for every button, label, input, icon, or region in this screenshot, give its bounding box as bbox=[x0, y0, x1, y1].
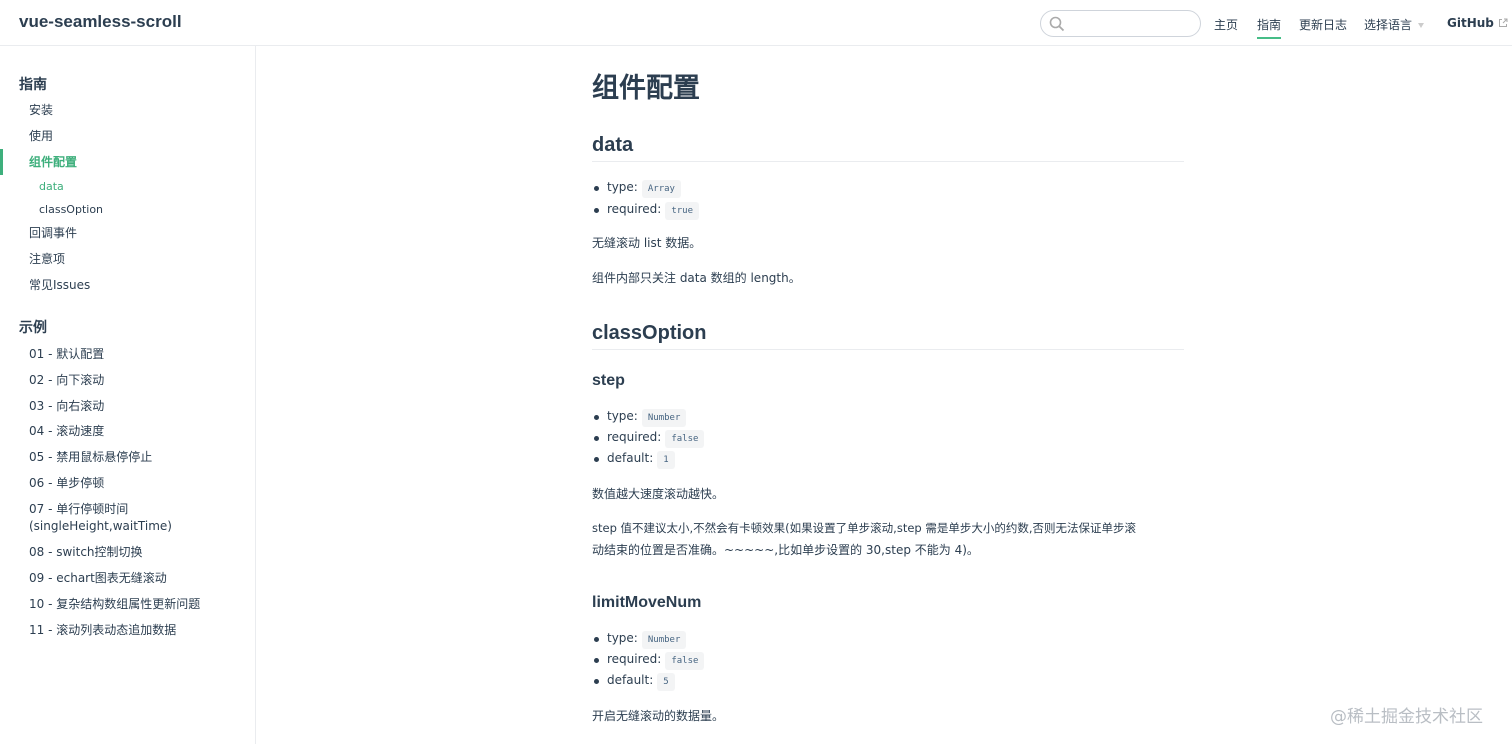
chevron-down-icon bbox=[1418, 23, 1425, 28]
sidebar-item-example-06[interactable]: 06 - 单步停顿 bbox=[29, 475, 104, 492]
sidebar-group-examples[interactable]: 示例 bbox=[19, 317, 47, 337]
sidebar-item-example-07-cont[interactable]: (singleHeight,waitTime) bbox=[29, 518, 172, 535]
list-item: required: false bbox=[593, 430, 705, 448]
prop-value: Array bbox=[641, 180, 681, 198]
sidebar-item-config[interactable]: 组件配置 bbox=[29, 154, 77, 171]
prop-key: required: bbox=[607, 430, 662, 444]
heading-data: data bbox=[592, 134, 1184, 162]
navbar: vue-seamless-scroll 主页 指南 更新日志 选择语言 GitH… bbox=[0, 0, 1512, 46]
nav-guide[interactable]: 指南 bbox=[1257, 16, 1282, 39]
sidebar-item-example-08[interactable]: 08 - switch控制切换 bbox=[29, 544, 143, 561]
prop-value: false bbox=[665, 430, 705, 448]
prop-value: Number bbox=[641, 409, 687, 427]
sidebar-item-issues[interactable]: 常见Issues bbox=[29, 277, 90, 294]
sidebar-subitem-classoption[interactable]: classOption bbox=[39, 203, 103, 216]
sidebar-subitem-data[interactable]: data bbox=[39, 180, 64, 193]
prop-value: 5 bbox=[657, 673, 675, 691]
heading-classoption: classOption bbox=[592, 322, 1184, 350]
active-indicator bbox=[0, 149, 3, 175]
sidebar-item-usage[interactable]: 使用 bbox=[29, 128, 53, 145]
list-item: type: Number bbox=[593, 409, 687, 427]
list-item: type: Array bbox=[594, 180, 681, 198]
prop-key: type: bbox=[607, 631, 638, 645]
site-name[interactable]: vue-seamless-scroll bbox=[19, 12, 182, 32]
sidebar-item-example-07[interactable]: 07 - 单行停顿时间 bbox=[29, 501, 128, 518]
nav-home[interactable]: 主页 bbox=[1214, 16, 1238, 33]
nav-github[interactable]: GitHub bbox=[1447, 16, 1508, 30]
step-desc-1: 数值越大速度滚动越快。 bbox=[592, 487, 725, 501]
nav-github-label: GitHub bbox=[1447, 16, 1494, 30]
sidebar-item-example-09[interactable]: 09 - echart图表无缝滚动 bbox=[29, 570, 167, 587]
prop-key: type: bbox=[607, 409, 638, 423]
limit-desc-1: 开启无缝滚动的数据量。 bbox=[592, 709, 725, 723]
list-item: required: true bbox=[593, 202, 700, 220]
sidebar-item-example-02[interactable]: 02 - 向下滚动 bbox=[29, 372, 104, 389]
watermark: @稀土掘金技术社区 bbox=[1330, 707, 1483, 727]
step-desc-2a: step 值不建议太小,不然会有卡顿效果(如果设置了单步滚动,step 需是单步… bbox=[592, 521, 1137, 535]
sidebar-item-notes[interactable]: 注意项 bbox=[29, 251, 65, 268]
nav-language-dropdown[interactable]: 选择语言 bbox=[1364, 16, 1425, 33]
data-desc-2: 组件内部只关注 data 数组的 length。 bbox=[592, 271, 801, 285]
sidebar-item-example-04[interactable]: 04 - 滚动速度 bbox=[29, 423, 104, 440]
prop-key: type: bbox=[607, 180, 638, 194]
prop-key: required: bbox=[607, 652, 662, 666]
sidebar-item-example-10[interactable]: 10 - 复杂结构数组属性更新问题 bbox=[29, 596, 200, 613]
sidebar-item-example-05[interactable]: 05 - 禁用鼠标悬停停止 bbox=[29, 449, 152, 466]
prop-key: required: bbox=[607, 202, 662, 216]
prop-key: default: bbox=[607, 673, 654, 687]
search-input[interactable] bbox=[1067, 13, 1195, 34]
list-item: type: Number bbox=[593, 631, 687, 649]
prop-value: true bbox=[665, 202, 700, 220]
list-item: required: false bbox=[593, 652, 705, 670]
step-desc-2b: 动结束的位置是否准确。~~~~~,比如单步设置的 30,step 不能为 4)。 bbox=[592, 543, 979, 557]
list-item: default: 5 bbox=[594, 673, 675, 691]
list-item: default: 1 bbox=[594, 451, 675, 469]
sidebar-group-guide[interactable]: 指南 bbox=[19, 74, 47, 94]
sidebar-item-callbacks[interactable]: 回调事件 bbox=[29, 225, 77, 242]
sidebar-item-install[interactable]: 安装 bbox=[29, 102, 53, 119]
prop-key: default: bbox=[607, 451, 654, 465]
nav-language-label: 选择语言 bbox=[1364, 18, 1413, 32]
prop-value: false bbox=[665, 652, 705, 670]
search-icon bbox=[1049, 16, 1065, 32]
page-title: 组件配置 bbox=[592, 73, 700, 104]
heading-limitmovenum: limitMoveNum bbox=[592, 594, 702, 611]
heading-step: step bbox=[592, 372, 625, 389]
search-box[interactable] bbox=[1040, 10, 1201, 37]
sidebar: 指南 安装 使用 组件配置 data classOption 回调事件 注意项 … bbox=[0, 46, 256, 744]
prop-value: 1 bbox=[657, 451, 675, 469]
sidebar-item-example-01[interactable]: 01 - 默认配置 bbox=[29, 346, 104, 363]
data-desc-1: 无缝滚动 list 数据。 bbox=[592, 236, 702, 250]
prop-value: Number bbox=[641, 631, 687, 649]
nav-changelog[interactable]: 更新日志 bbox=[1299, 16, 1347, 33]
sidebar-item-example-03[interactable]: 03 - 向右滚动 bbox=[29, 398, 104, 415]
sidebar-item-example-11[interactable]: 11 - 滚动列表动态追加数据 bbox=[29, 622, 176, 639]
external-link-icon bbox=[1498, 18, 1508, 27]
